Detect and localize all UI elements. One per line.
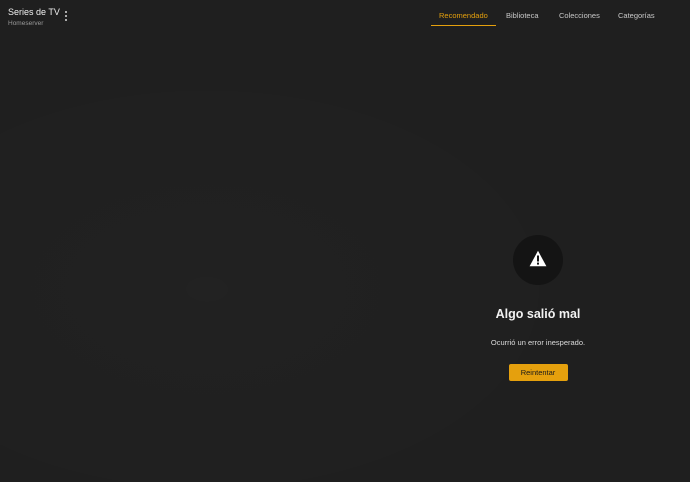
tab-biblioteca[interactable]: Biblioteca — [506, 11, 539, 25]
more-vertical-icon-dot — [65, 15, 67, 17]
error-panel: Algo salió mal Ocurrió un error inespera… — [458, 235, 618, 381]
tab-recomendado[interactable]: Recomendado — [431, 11, 496, 26]
error-title: Algo salió mal — [495, 307, 581, 321]
server-name: Homeserver — [8, 20, 44, 27]
tab-colecciones[interactable]: Colecciones — [559, 11, 600, 25]
warning-icon — [529, 250, 547, 267]
top-bar: Series de TV Homeserver Recomendado Bibl… — [0, 0, 690, 40]
error-message: Ocurrió un error inesperado. — [490, 338, 586, 347]
more-vertical-icon — [65, 11, 67, 13]
more-options-button[interactable] — [61, 9, 71, 23]
retry-button[interactable]: Reintentar — [508, 364, 568, 381]
tab-categorias[interactable]: Categorías — [618, 11, 655, 25]
more-vertical-icon-dot — [65, 19, 67, 21]
warning-icon-circle — [513, 235, 563, 285]
library-header: Series de TV Homeserver — [8, 7, 60, 28]
library-title: Series de TV — [8, 7, 60, 17]
app-window: Series de TV Homeserver Recomendado Bibl… — [0, 0, 690, 482]
